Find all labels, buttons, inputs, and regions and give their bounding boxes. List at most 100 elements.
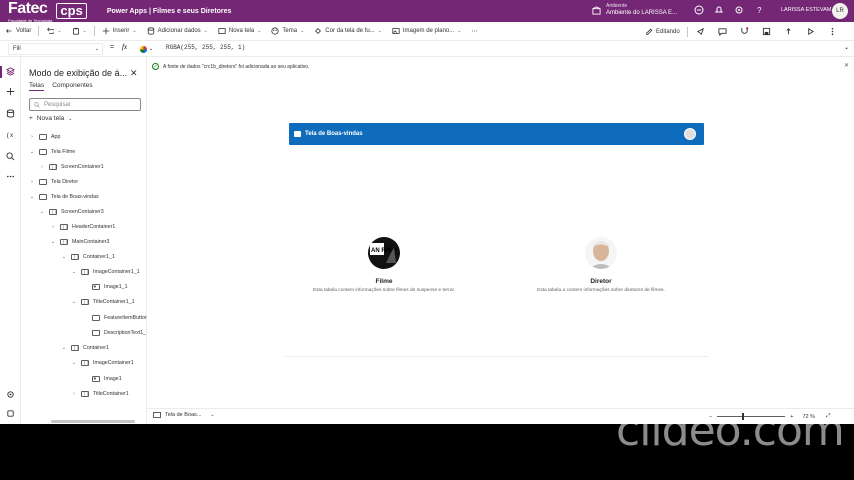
tree-node-screencontainer3[interactable]: ⌄ ScreenContainer3 [39, 207, 104, 217]
environment-picker[interactable]: Ambiente Ambiente do LARISSA E... [592, 3, 677, 17]
chevron-down-icon[interactable]: ⌄ [844, 44, 849, 51]
feature-card-diretor[interactable]: Diretor Esta tabela a contem informações… [506, 237, 696, 293]
chevron-down-icon: ⌄ [132, 28, 137, 34]
new-screen-label: Nova tela [36, 115, 65, 122]
tree-node-headercontainer1[interactable]: › HeaderContainer1 [50, 222, 115, 232]
top-header: Fatec Faculdade de Tecnologia cps Power … [0, 0, 854, 23]
close-icon[interactable]: ✕ [130, 68, 138, 79]
tree-node-container1-1[interactable]: ⌄ Container1_1 [61, 252, 115, 262]
color-picker-button[interactable]: ⌄ [140, 44, 154, 54]
container-icon [81, 360, 89, 366]
copilot-icon[interactable] [694, 5, 704, 15]
share-button[interactable] [690, 27, 712, 36]
canvas-divider [285, 356, 708, 357]
screen-icon [153, 412, 161, 418]
tree-node-tela-boas-vindas[interactable]: ⌄ Tela de Boas-vindas [29, 192, 99, 202]
tree-node-image1[interactable]: Image1 [82, 374, 122, 384]
header-avatar[interactable] [684, 128, 696, 140]
chevron-down-icon: ⌄ [94, 46, 99, 52]
fx-icon[interactable]: fx [122, 43, 127, 51]
chevron-down-icon: ⌄ [203, 28, 208, 34]
insert-button[interactable]: Inserir ⌄ [97, 22, 142, 41]
insert-icon[interactable] [5, 86, 16, 97]
new-screen-button[interactable]: + Nova tela ⌄ [29, 115, 72, 122]
tree-view-icon[interactable] [5, 66, 16, 77]
editing-mode-button[interactable]: Editando [640, 22, 685, 41]
container-icon [81, 299, 89, 305]
tree-node-featureitembutton[interactable]: FeatureItemButtor [82, 313, 147, 323]
publish-button[interactable] [778, 27, 800, 36]
background-image-button[interactable]: Imagem de plano... ⌄ [387, 22, 467, 41]
tab-screens[interactable]: Telas [29, 82, 45, 91]
background-color-button[interactable]: Cor da tela de fu... ⌄ [309, 22, 387, 41]
tree-node-imagecontainer1-1[interactable]: ⌄ ImageContainer1_1 [71, 267, 140, 277]
card-description: Esta tabela a contem informações sobre d… [537, 288, 665, 293]
settings-icon[interactable] [5, 389, 16, 400]
close-icon[interactable]: ✕ [844, 62, 849, 69]
save-button[interactable] [756, 27, 778, 36]
tree-node-descriptiontext1[interactable]: DescriptionText1_ [82, 328, 146, 338]
tree-view-panel: Modo de exibição de á... ✕ Telas Compone… [21, 57, 147, 424]
tree-node-label: ImageContainer1_1 [93, 269, 140, 275]
search-icon[interactable] [5, 151, 16, 162]
container-icon [49, 209, 57, 215]
add-data-button[interactable]: Adicionar dados ⌄ [142, 22, 213, 41]
tree-node-image1-1[interactable]: Image1_1 [82, 282, 128, 292]
bell-icon[interactable] [714, 5, 724, 15]
tree-node-tela-filme[interactable]: ⌄ Tela Filme [29, 147, 75, 157]
back-button[interactable]: Voltar [0, 22, 36, 41]
more-commands-button[interactable]: ⋯ [466, 22, 482, 41]
property-dropdown[interactable]: Fill ⌄ [8, 43, 103, 55]
screen-header-bar[interactable]: Tela de Boas-vindas [289, 123, 704, 145]
tree-node-maincontainer3[interactable]: ⌄ MainContainer3 [50, 237, 109, 247]
tree-node-app[interactable]: › App [29, 132, 60, 142]
more-vertical-icon [831, 27, 834, 36]
tree-node-label: DescriptionText1_ [104, 330, 147, 336]
button-icon [92, 315, 100, 321]
more-options-button[interactable] [822, 27, 844, 36]
screen-selector-label: Tela de Boas... [165, 412, 202, 418]
gear-icon[interactable] [734, 5, 744, 15]
tree-node-titlecontainer1[interactable]: › TitleContainer1 [71, 389, 129, 399]
paste-button[interactable]: ⌄ [67, 22, 92, 41]
feature-card-filme[interactable]: AN RINO Filme Esta tabela contem informa… [289, 237, 479, 293]
tree-node-label: App [51, 134, 61, 140]
preview-button[interactable] [800, 27, 822, 36]
tree-node-titlecontainer1-1[interactable]: ⌄ TitleContainer1_1 [71, 297, 135, 307]
data-icon[interactable] [5, 108, 16, 119]
tab-components[interactable]: Componentes [52, 82, 92, 91]
container-icon [81, 269, 89, 275]
tree-node-imagecontainer1[interactable]: ⌄ ImageContainer1 [71, 358, 134, 368]
user-name: LARISSA ESTEVAM... [781, 7, 836, 13]
svg-text:(x): (x) [6, 132, 15, 139]
theme-button[interactable]: Tema ⌄ [266, 22, 309, 41]
diretor-image[interactable] [585, 237, 617, 269]
tree-node-screencontainer1[interactable]: › ScreenContainer1 [39, 162, 104, 172]
search-box[interactable]: Pesquisar [29, 98, 141, 111]
divider [38, 26, 40, 36]
background-color-label: Cor da tela de fu... [325, 28, 375, 34]
container-icon [60, 224, 68, 230]
formula-input[interactable]: RGBA(255, 255, 255, 1) [166, 44, 245, 51]
app-checker-button[interactable] [734, 27, 756, 36]
filme-image[interactable]: AN RINO [368, 237, 400, 269]
user-avatar[interactable]: LR [832, 3, 848, 19]
screen-icon [39, 179, 47, 185]
horizontal-scrollbar[interactable] [51, 420, 135, 423]
tree-node-tela-diretor[interactable]: › Tela Diretor [29, 177, 78, 187]
variables-icon[interactable]: (x) [5, 129, 16, 140]
tree-node-label: Image1_1 [104, 284, 128, 290]
help-icon[interactable]: ? [754, 5, 764, 15]
chevron-down-icon: ⌄ [377, 28, 382, 34]
screen-selector[interactable]: Tela de Boas... ⌄ [153, 412, 215, 418]
undo-button[interactable]: ⌄ [41, 22, 66, 41]
tree-node-container1[interactable]: ⌄ Container1 [61, 343, 109, 353]
more-icon[interactable] [5, 171, 16, 182]
left-rail: (x) [0, 57, 21, 424]
screen-header-title: Tela de Boas-vindas [305, 131, 363, 137]
text-icon [92, 330, 100, 336]
comments-button[interactable] [712, 27, 734, 36]
new-screen-button[interactable]: Nova tela ⌄ [213, 22, 267, 41]
chevron-down-icon: ⌄ [210, 412, 215, 418]
virtual-agent-icon[interactable] [5, 408, 16, 419]
